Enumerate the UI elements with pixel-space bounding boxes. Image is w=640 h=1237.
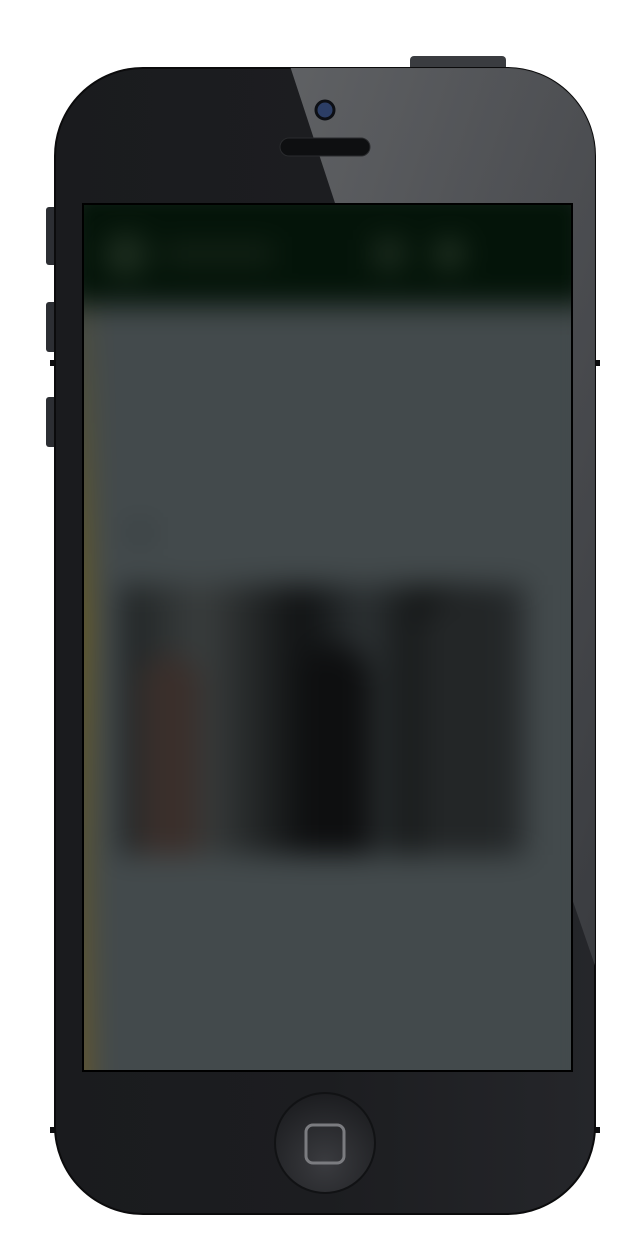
share-icon[interactable] [130,525,150,541]
person-figure [420,595,500,855]
site-logo-icon[interactable] [104,233,148,277]
user-icon[interactable] [434,239,464,269]
person-figure [140,655,200,855]
site-title[interactable] [164,245,274,263]
person-figure [300,645,370,855]
site-header [84,205,571,305]
hero-image [120,585,526,855]
home-button[interactable] [276,1095,374,1193]
device-mockup [0,0,640,1237]
earpiece-speaker [279,137,371,157]
search-icon[interactable] [374,239,404,269]
article-subtitle [130,450,390,478]
blurred-webpage [84,205,571,1070]
front-camera [314,99,336,121]
phone-screen[interactable] [84,205,571,1070]
